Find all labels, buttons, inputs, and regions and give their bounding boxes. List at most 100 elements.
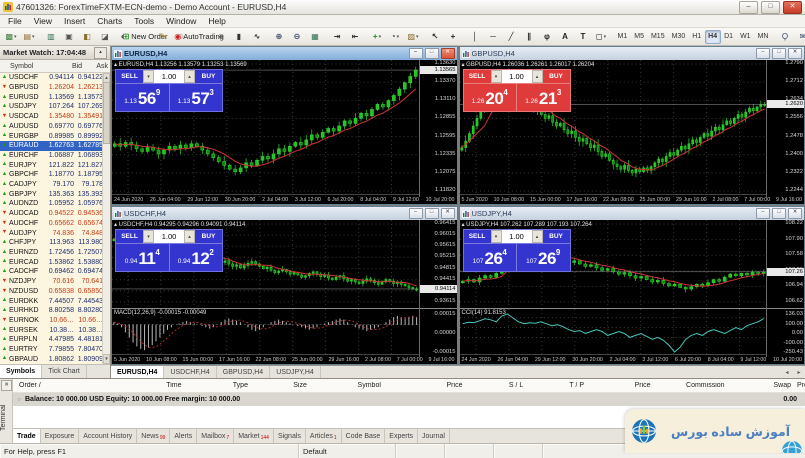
menu-window[interactable]: Window (160, 16, 202, 26)
label-button[interactable]: T (574, 29, 592, 44)
volume-decrease-icon[interactable]: ▾ (143, 230, 154, 243)
buy-price-button[interactable]: 0.94122 (169, 244, 223, 271)
indicator-subwindow-macd[interactable]: MACD(12,26,9) -0.00015 -0.00049 (112, 308, 419, 357)
terminal-column-price[interactable]: Price (387, 382, 469, 389)
volume-increase-icon[interactable]: ▴ (532, 230, 543, 243)
chart-tab-usdjpy-h4[interactable]: USDJPY,H4 (270, 366, 321, 378)
timeframe-m15-button[interactable]: M15 (647, 30, 668, 44)
chart-tab-eurusd-h4[interactable]: EURUSD,H4 (111, 365, 164, 378)
channel-button[interactable]: ∥ (520, 29, 538, 44)
price-scale[interactable]: 1.27901.27121.26341.25561.24781.24001.23… (766, 60, 804, 197)
chart-window-titlebar[interactable]: GBPUSD,H4 – □ ✕ (460, 47, 805, 60)
zoom-out-button[interactable]: ⊖ (288, 29, 306, 44)
chart-tab-usdchf-h4[interactable]: USDCHF,H4 (164, 366, 216, 378)
market-watch-row-eurnzd[interactable]: ▲EURNZD1.724561.72507 (0, 248, 103, 258)
buy-button[interactable]: BUY (195, 230, 222, 243)
volume-input[interactable]: ▾ 1.00 ▴ (491, 70, 543, 83)
market-watch-row-audjpy[interactable]: ▼AUDJPY74.83674.848 (0, 228, 103, 238)
chat-button[interactable]: ✉ (794, 29, 805, 44)
volume-increase-icon[interactable]: ▴ (532, 70, 543, 83)
volume-value[interactable]: 1.00 (502, 230, 532, 243)
market-watch-row-euraud[interactable]: ▲EURAUD1.627631.62785 (0, 141, 103, 151)
metaeditor-button[interactable]: ✎ (154, 29, 172, 44)
market-watch-header[interactable]: SymbolBidAsk (0, 60, 110, 73)
sell-price-button[interactable]: 1.26204 (464, 84, 517, 111)
scrollbar-thumb[interactable] (103, 82, 110, 144)
window-restore-button[interactable]: □ (425, 48, 439, 59)
timeframe-mn-button[interactable]: MN (754, 30, 772, 44)
market-watch-tab-symbols[interactable]: Symbols (0, 365, 42, 378)
chart-tab-gbpusd-h4[interactable]: GBPUSD,H4 (217, 366, 270, 378)
market-watch-row-eurgbp[interactable]: ▲EURGBP0.899850.89992 (0, 131, 103, 141)
column-bid[interactable]: Bid (53, 63, 82, 70)
timeframe-w1-button[interactable]: W1 (737, 30, 755, 44)
market-watch-row-usdcad[interactable]: ▼USDCAD1.354801.35491 (0, 112, 103, 122)
window-minimize-button[interactable]: – (756, 48, 770, 59)
market-watch-row-cadchf[interactable]: ▲CADCHF0.694620.69474 (0, 267, 103, 277)
terminal-tab-signals[interactable]: Signals (274, 429, 306, 443)
market-watch-row-gbpusd[interactable]: ▼GBPUSD1.262041.26213 (0, 83, 103, 93)
balance-row[interactable]: ○ Balance: 10 000.00 USD Equity: 10 000.… (13, 393, 805, 406)
terminal-column-headers[interactable]: Order /TimeTypeSizeSymbolPriceS / LT / P… (13, 379, 805, 393)
sell-price-button[interactable]: 0.94114 (116, 244, 169, 271)
templates-button[interactable]: ▨▾ (404, 29, 422, 44)
market-watch-row-gbpchf[interactable]: ▲GBPCHF1.187701.18795 (0, 170, 103, 180)
terminal-close-icon[interactable]: ✕ (1, 380, 12, 391)
terminal-column-s-l[interactable]: S / L (468, 382, 529, 389)
volume-decrease-icon[interactable]: ▾ (491, 230, 502, 243)
window-close-button[interactable]: ✕ (441, 48, 455, 59)
market-watch-row-eurtry[interactable]: ▲EURTRY7.798557.80470 (0, 345, 103, 355)
market-watch-titlebar[interactable]: Market Watch: 17:04:48 ▴ (0, 46, 110, 60)
market-watch-row-audnzd[interactable]: ▲AUDNZD1.059521.05976 (0, 199, 103, 209)
indicator-subwindow-cci[interactable]: CCI(14) 91.8153 (460, 308, 767, 357)
buy-price-button[interactable]: 107269 (516, 244, 570, 271)
market-watch-row-audchf[interactable]: ▼AUDCHF0.656620.65674 (0, 219, 103, 229)
volume-value[interactable]: 1.00 (502, 70, 532, 83)
market-watch-row-nzdjpy[interactable]: ▼NZDJPY70.61670.641 (0, 277, 103, 287)
new-order-button[interactable]: ⊞New Order (136, 29, 154, 44)
window-close-button[interactable]: ✕ (788, 48, 802, 59)
market-watch-row-eurjpy[interactable]: ▲EURJPY121.822121.827 (0, 160, 103, 170)
sell-button[interactable]: SELL (116, 230, 143, 243)
menu-view[interactable]: View (28, 16, 58, 26)
price-scale[interactable]: 108.22107.90107.58107.26106.94106.62107.… (766, 220, 804, 357)
menu-insert[interactable]: Insert (58, 16, 91, 26)
buy-price-button[interactable]: 1.26213 (516, 84, 570, 111)
market-watch-row-eurchf[interactable]: ▲EURCHF1.068871.06893 (0, 151, 103, 161)
timeframe-h1-button[interactable]: H1 (689, 30, 705, 44)
fibonacci-button[interactable]: φ (538, 29, 556, 44)
price-scale[interactable]: 1.136301.133701.131101.128551.125951.123… (419, 60, 457, 197)
zoom-in-button[interactable]: ⊕ (270, 29, 288, 44)
terminal-tab-journal[interactable]: Journal (418, 429, 450, 443)
window-restore-button[interactable]: □ (772, 208, 786, 219)
buy-button[interactable]: BUY (195, 70, 222, 83)
data-window-toggle[interactable]: ▣ (60, 29, 78, 44)
app-titlebar[interactable]: 47601326: ForexTimeFXTM-ECN-demo - Demo … (0, 0, 805, 15)
sell-button[interactable]: SELL (116, 70, 143, 83)
sell-button[interactable]: SELL (464, 70, 491, 83)
timeframe-m1-button[interactable]: M1 (614, 30, 631, 44)
volume-input[interactable]: ▾ 1.00 ▴ (143, 230, 195, 243)
market-watch-tab-tick-chart[interactable]: Tick Chart (42, 365, 87, 378)
volume-decrease-icon[interactable]: ▾ (143, 70, 154, 83)
volume-increase-icon[interactable]: ▴ (184, 70, 195, 83)
market-watch-row-eurnok[interactable]: ▼EURNOK10.66…10.66… (0, 316, 103, 326)
chart-window-titlebar[interactable]: USDCHF,H4 – □ ✕ (112, 207, 457, 220)
market-watch-row-eurpln[interactable]: ▲EURPLN4.479854.48181 (0, 335, 103, 345)
search-button[interactable]: Ϙ (776, 29, 794, 44)
volume-input[interactable]: ▾ 1.00 ▴ (491, 230, 543, 243)
terminal-tab-account-history[interactable]: Account History (79, 429, 137, 443)
window-minimize-button[interactable]: – (756, 208, 770, 219)
terminal-tab-experts[interactable]: Experts (385, 429, 418, 443)
market-watch-row-eurcad[interactable]: ▲EURCAD1.538621.53880 (0, 257, 103, 267)
terminal-column-t-p[interactable]: T / P (529, 382, 590, 389)
chart-tabs-scroll-left-icon[interactable]: ◂ (781, 366, 793, 378)
market-watch-row-audusd[interactable]: ▲AUDUSD0.697700.69776 (0, 122, 103, 132)
terminal-column-symbol[interactable]: Symbol (313, 382, 387, 389)
terminal-column-commission[interactable]: Commission (657, 382, 731, 389)
market-watch-row-eurhkd[interactable]: ▲EURHKD8.802588.80280 (0, 306, 103, 316)
app-maximize-button[interactable]: □ (761, 1, 780, 14)
volume-decrease-icon[interactable]: ▾ (491, 70, 502, 83)
timeframe-m5-button[interactable]: M5 (631, 30, 648, 44)
chart-tabs-scroll-right-icon[interactable]: ▸ (793, 366, 805, 378)
